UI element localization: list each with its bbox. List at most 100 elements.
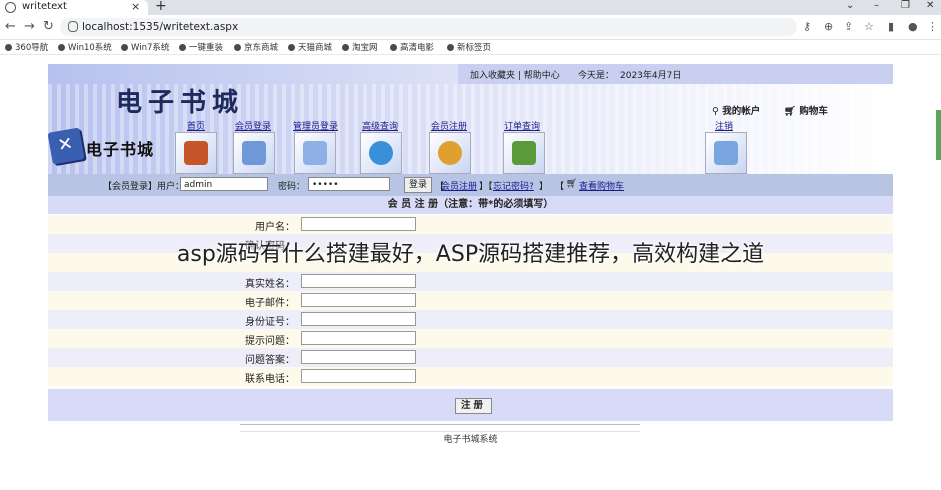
site-footer: 电子书城系统 <box>443 435 498 445</box>
phone-label: 联系电话： <box>245 374 295 385</box>
email-field[interactable] <box>301 293 416 307</box>
forgot-password-link[interactable]: 忘记密码? <box>493 179 534 192</box>
bracket-close: 】 <box>539 182 549 192</box>
site-banner: 加入收藏夹 | 帮助中心 今天是： 2023年4月7日 电子书城 ⚲ 我的帐户 … <box>47 64 893 174</box>
form-row-id-number: 身份证号： <box>48 310 893 329</box>
form-row-phone: 联系电话： <box>48 367 893 386</box>
maximize-button[interactable]: ❐ <box>901 0 910 11</box>
minimize-button[interactable]: – <box>874 0 879 11</box>
member-login-icon[interactable] <box>233 132 275 174</box>
forward-button[interactable]: → <box>24 19 35 34</box>
cart-link[interactable]: 🛒︎ 购物车 <box>784 103 828 117</box>
cart-small-icon: 🛒︎ <box>566 179 578 189</box>
nav-advanced-search[interactable]: 高级查询 <box>362 119 398 132</box>
logout-icon[interactable] <box>705 132 747 174</box>
bookmark-item[interactable]: 京东商城 <box>234 41 278 53</box>
key-icon[interactable]: ⚷ <box>803 20 811 33</box>
nav-order-query[interactable]: 订单查询 <box>504 119 540 132</box>
current-date: 2023年4月7日 <box>620 71 682 81</box>
register-link[interactable]: 会员注册 <box>441 179 477 192</box>
id-number-label: 身份证号： <box>245 317 295 328</box>
form-row-answer: 问题答案： <box>48 348 893 367</box>
bookmark-item[interactable]: Win10系统 <box>58 41 112 53</box>
brand-title: 电子书城 <box>116 88 245 118</box>
edge-decoration <box>936 110 941 160</box>
profile-icon[interactable]: ● <box>908 20 918 33</box>
submit-row: 注册 <box>48 389 893 421</box>
tab-strip: writetext × + ⌄ – ❐ ✕ <box>0 0 941 15</box>
answer-label: 问题答案： <box>245 355 295 366</box>
form-row-real-name: 真实姓名： <box>48 272 893 291</box>
answer-field[interactable] <box>301 350 416 364</box>
login-username-input[interactable]: admin <box>180 177 268 191</box>
bookmark-item[interactable]: 高清电影 <box>390 41 434 53</box>
top-links[interactable]: 加入收藏夹 | 帮助中心 <box>470 68 560 81</box>
bookmark-star-icon[interactable]: ☆ <box>864 20 874 33</box>
side-panel-icon[interactable]: ▮ <box>888 20 894 33</box>
bookmark-item[interactable]: 淘宝网 <box>342 41 378 53</box>
nav-member-login[interactable]: 会员登录 <box>235 119 271 132</box>
login-bar: 【会员登录】用户： admin 密码： ••••• 登录 【 会员注册 】【 忘… <box>48 174 893 196</box>
form-row-username: 用户名： <box>48 215 893 234</box>
search-icon: ⚲ <box>712 106 719 117</box>
admin-login-icon[interactable] <box>294 132 336 174</box>
login-user-label: 【会员登录】用户： <box>103 182 185 192</box>
address-bar[interactable]: localhost:1535/writetext.aspx <box>60 18 797 36</box>
form-row-question: 提示问题： <box>48 329 893 348</box>
bookmark-item[interactable]: 新标签页 <box>447 41 491 53</box>
nav-member-register[interactable]: 会员注册 <box>431 119 467 132</box>
globe-icon <box>5 2 16 13</box>
real-name-label: 真实姓名： <box>245 279 295 290</box>
tab-title: writetext <box>22 1 67 12</box>
username-label: 用户名： <box>255 222 295 233</box>
advanced-search-icon[interactable] <box>360 132 402 174</box>
bookmark-item[interactable]: 一键重装 <box>179 41 223 53</box>
member-register-icon[interactable] <box>429 132 471 174</box>
share-icon[interactable]: ⇪ <box>844 20 853 33</box>
login-button[interactable]: 登录 <box>404 177 433 193</box>
cart-icon: 🛒︎ <box>784 106 797 117</box>
username-field[interactable] <box>301 217 416 231</box>
register-submit-button[interactable]: 注册 <box>455 398 493 414</box>
my-account-link[interactable]: ⚲ 我的帐户 <box>712 103 760 117</box>
real-name-field[interactable] <box>301 274 416 288</box>
email-label: 电子邮件： <box>245 298 295 309</box>
info-icon[interactable] <box>68 21 78 32</box>
menu-icon[interactable]: ⋮ <box>927 20 938 33</box>
book-logo-icon <box>47 127 85 165</box>
bookmark-item[interactable]: Win7系统 <box>121 41 169 53</box>
overlay-caption: asp源码有什么搭建最好，ASP源码搭建推荐，高效构建之道 <box>176 242 765 267</box>
back-button[interactable]: ← <box>5 19 16 34</box>
id-number-field[interactable] <box>301 312 416 326</box>
phone-field[interactable] <box>301 369 416 383</box>
bookmarks-bar: 360导航 Win10系统 Win7系统 一键重装 京东商城 天猫商城 淘宝网 … <box>0 40 941 55</box>
bookmark-item[interactable]: 天猫商城 <box>288 41 332 53</box>
view-cart-link[interactable]: 查看购物车 <box>579 179 624 192</box>
site-logo[interactable]: 电子书城 <box>47 127 168 170</box>
bracket-mid: 】【 <box>479 182 493 192</box>
url-text[interactable]: localhost:1535/writetext.aspx <box>82 21 238 33</box>
browser-tab[interactable]: writetext × <box>0 0 148 15</box>
nav-home[interactable]: 首页 <box>187 119 205 132</box>
nav-admin-login[interactable]: 管理员登录 <box>293 119 338 132</box>
order-query-icon[interactable] <box>503 132 545 174</box>
tab-search-icon[interactable]: ⌄ <box>846 0 854 11</box>
browser-toolbar: ← → ↻ localhost:1535/writetext.aspx <box>0 15 941 40</box>
close-window-button[interactable]: ✕ <box>926 0 934 11</box>
hint-question-field[interactable] <box>301 331 416 345</box>
home-icon[interactable] <box>175 132 217 174</box>
reload-button[interactable]: ↻ <box>43 19 54 34</box>
form-row-email: 电子邮件： <box>48 291 893 310</box>
zoom-icon[interactable]: ⊕ <box>824 20 833 33</box>
logo-text: 电子书城 <box>86 140 155 159</box>
login-password-input[interactable]: ••••• <box>308 177 390 191</box>
new-tab-button[interactable]: + <box>155 0 167 14</box>
nav-logout[interactable]: 注销 <box>715 119 733 132</box>
today-label: 今天是： <box>578 71 615 81</box>
bookmark-item[interactable]: 360导航 <box>5 41 48 53</box>
register-form-heading: 会 员 注 册（注意：带*的必须填写） <box>48 196 893 214</box>
close-tab-icon[interactable]: × <box>131 0 140 13</box>
login-password-label: 密码： <box>278 182 306 192</box>
hint-question-label: 提示问题： <box>245 336 295 347</box>
top-info-bar: 加入收藏夹 | 帮助中心 今天是： 2023年4月7日 <box>458 64 893 84</box>
